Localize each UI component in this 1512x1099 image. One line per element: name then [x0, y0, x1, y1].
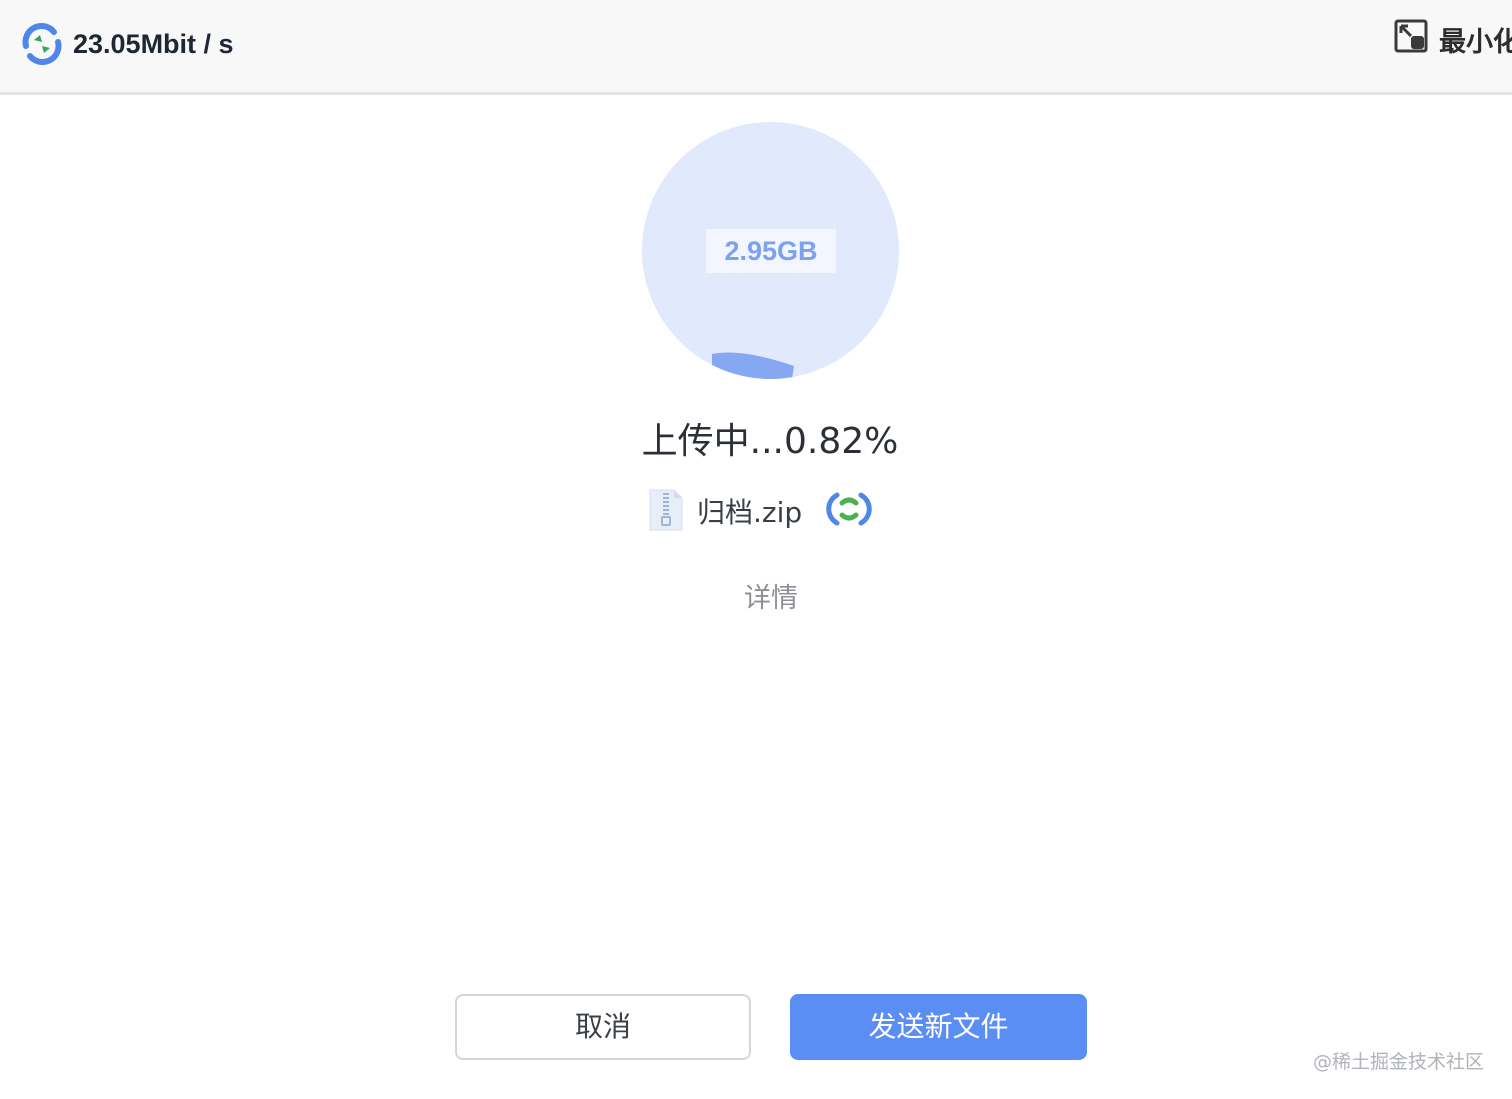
sync-status-icon[interactable]: [825, 489, 873, 529]
minimize-button[interactable]: 最小化: [1393, 17, 1512, 57]
sync-logo-icon: [22, 23, 62, 65]
top-bar: 23.05Mbit / s 最小化: [0, 0, 1512, 95]
upload-page: 23.05Mbit / s 最小化 2.95GB 上传中...0.82% 归档.…: [0, 0, 1512, 1099]
upload-status-text: 上传中...0.82%: [641, 421, 899, 462]
send-new-file-button[interactable]: 发送新文件: [790, 994, 1087, 1060]
zip-file-icon: [649, 489, 683, 531]
cancel-button[interactable]: 取消: [455, 994, 751, 1060]
file-name: 归档.zip: [697, 496, 803, 529]
file-size-label: 2.95GB: [706, 229, 836, 273]
transfer-speed: 23.05Mbit / s: [73, 29, 234, 59]
minimize-window-icon: [1394, 19, 1428, 53]
details-link[interactable]: 详情: [0, 576, 1512, 615]
watermark: @稀土掘金技术社区: [1312, 1051, 1484, 1073]
minimize-label: 最小化: [1439, 27, 1512, 57]
